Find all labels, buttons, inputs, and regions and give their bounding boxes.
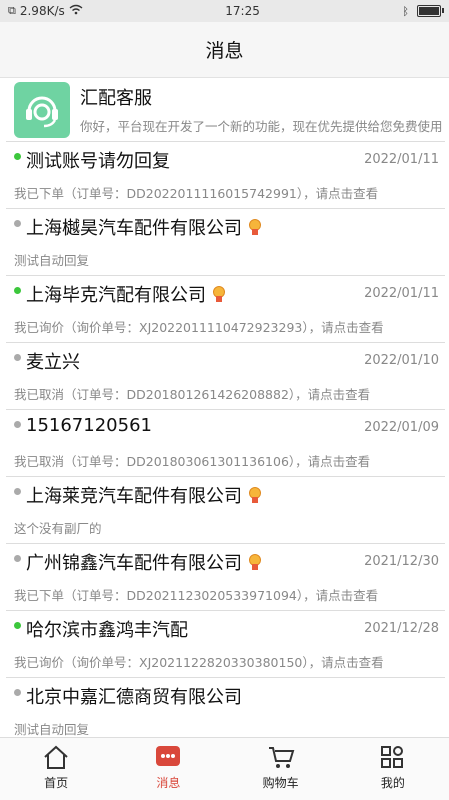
online-dot [14,153,21,160]
offline-dot [14,555,21,562]
offline-dot [14,488,21,495]
conversation-item[interactable]: 上海毕克汽配有限公司 2022/01/11 我已询价（询价单号：XJ202201… [6,276,445,343]
contact-name: 哈尔滨市鑫鸿丰汽配 [26,620,188,641]
tab-messages[interactable]: 消息 [112,738,224,800]
offline-dot [14,354,21,361]
conversation-item[interactable]: 广州锦鑫汽车配件有限公司 2021/12/30 我已下单（订单号：DD20211… [6,544,445,611]
battery-icon [416,5,444,17]
clock: 17:25 [225,4,260,18]
tab-cart[interactable]: 购物车 [225,738,337,800]
customer-service-avatar [14,81,70,138]
network-speed: 2.98K/s [19,4,65,18]
message-date: 2022/01/10 [364,353,439,368]
contact-name: 15167120561 [26,415,152,436]
customer-service-item[interactable]: 汇配客服 你好，平台现在开发了一个新的功能，现在优先提供给您免费使用 [6,78,445,142]
message-date: 2022/01/11 [364,152,439,167]
tab-label: 消息 [156,776,181,790]
offline-dot [14,689,21,696]
customer-service-name: 汇配客服 [80,88,152,109]
conversation-item[interactable]: 麦立兴 2022/01/10 我已取消（订单号：DD20180126142620… [6,343,445,410]
message-preview: 我已询价（询价单号：XJ2022011110472923293），请点击查看 [14,320,384,335]
message-date: 2022/01/11 [364,286,439,301]
tab-label: 首页 [44,776,69,790]
medal-icon [248,219,262,235]
contact-name: 麦立兴 [26,352,80,373]
contact-name: 上海莱竞汽车配件有限公司 [26,482,262,508]
message-preview: 我已询价（询价单号：XJ2021122820330380150），请点击查看 [14,655,384,670]
conversation-item[interactable]: 北京中嘉汇德商贸有限公司 测试自动回复 [6,678,445,738]
bluetooth-icon: ᛒ [402,4,409,18]
status-bar: ⧉ 2.98K/s 17:25 ᛒ [0,0,449,22]
customer-service-message: 你好，平台现在开发了一个新的功能，现在优先提供给您免费使用 [80,119,443,134]
message-date: 2021/12/30 [364,554,439,569]
medal-icon [248,487,262,503]
offline-dot [14,220,21,227]
nav-bar: 消息 [0,22,449,78]
home-icon [44,745,68,769]
tab-profile[interactable]: 我的 [337,738,449,800]
conversation-item[interactable]: 上海樾昊汽车配件有限公司 测试自动回复 [6,209,445,276]
tab-label: 购物车 [262,776,299,790]
profile-icon [380,746,403,768]
page-title: 消息 [205,40,244,62]
medal-icon [248,554,262,570]
wifi-icon [69,4,83,18]
conversation-item[interactable]: 上海莱竞汽车配件有限公司 这个没有副厂的 [6,477,445,544]
tab-home[interactable]: 首页 [0,738,112,800]
message-date: 2022/01/09 [364,420,439,435]
offline-dot [14,421,21,428]
online-dot [14,622,21,629]
conversation-item[interactable]: 15167120561 2022/01/09 我已取消（订单号：DD201803… [6,410,445,477]
contact-name: 广州锦鑫汽车配件有限公司 [26,549,262,575]
tab-bar: 首页 消息 购物车 我的 [0,737,449,800]
message-preview: 测试自动回复 [14,722,90,737]
message-preview: 我已下单（订单号：DD2021123020533971094），请点击查看 [14,588,379,603]
cart-icon [268,747,294,768]
message-preview: 我已取消（订单号：DD2018030613011361​06），请点击查看 [14,454,371,469]
contact-name: 北京中嘉汇德商贸有限公司 [26,687,242,708]
conversation-item[interactable]: 测试账号请勿回复 2022/01/11 我已下单（订单号：DD202201111… [6,142,445,209]
contact-name: 上海毕克汽配有限公司 [26,281,226,307]
headset-icon [26,96,58,127]
conversation-item[interactable]: 哈尔滨市鑫鸿丰汽配 2021/12/28 我已询价（询价单号：XJ2021122… [6,611,445,678]
message-preview: 我已取消（订单号：DD2018012614262088​82），请点击查看 [14,387,371,402]
tab-label: 我的 [380,776,405,790]
conversation-list[interactable]: 汇配客服 你好，平台现在开发了一个新的功能，现在优先提供给您免费使用 测试账号请… [6,78,445,738]
medal-icon [212,286,226,302]
contact-name: 测试账号请勿回复 [26,151,170,172]
message-date: 2021/12/28 [364,621,439,636]
message-preview: 我已下单（订单号：DD2022011116015742991），请点击查看 [14,186,379,201]
message-icon [156,746,181,766]
status-right: ᛒ [402,4,444,18]
copy-icon: ⧉ [8,4,16,17]
online-dot [14,287,21,294]
status-left: ⧉ 2.98K/s [8,4,83,18]
customer-service-text: 汇配客服 你好，平台现在开发了一个新的功能，现在优先提供给您免费使用 [80,84,445,135]
message-preview: 测试自动回复 [14,253,90,268]
message-preview: 这个没有副厂的 [14,521,102,536]
contact-name: 上海樾昊汽车配件有限公司 [26,214,262,240]
